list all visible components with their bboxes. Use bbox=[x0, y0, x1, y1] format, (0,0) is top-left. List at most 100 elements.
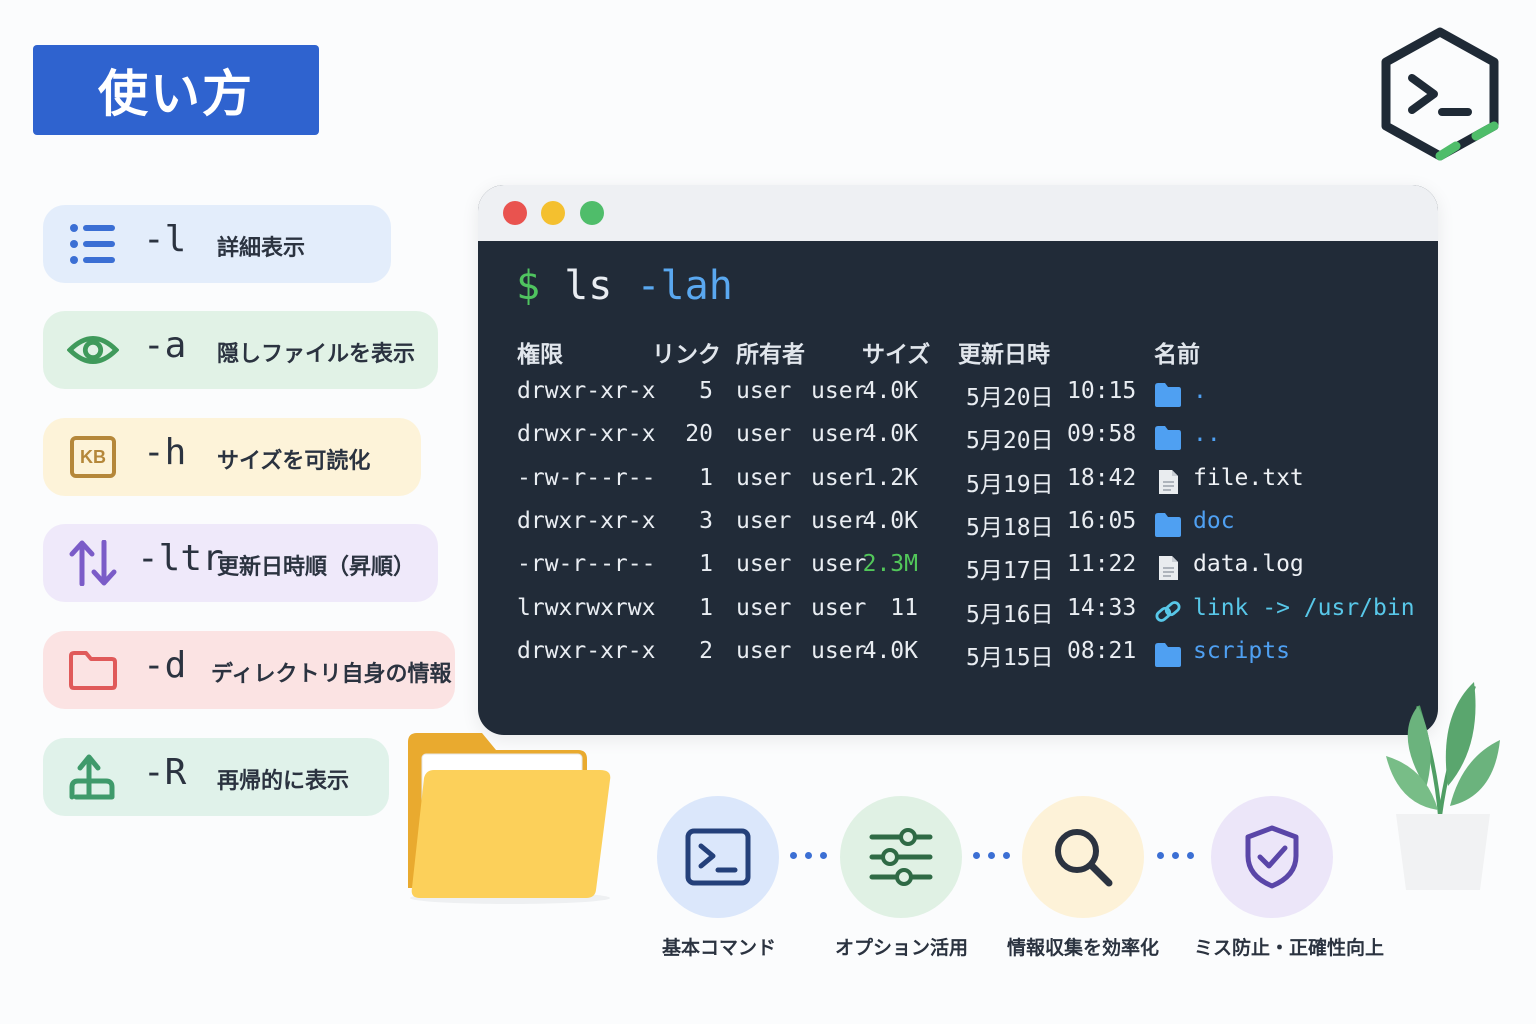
connector-dots bbox=[790, 852, 827, 859]
feature-basic-commands bbox=[657, 796, 779, 918]
header-size: サイズ bbox=[862, 342, 931, 368]
time-cell: 11:22 bbox=[1067, 551, 1137, 578]
terminal-logo-icon bbox=[1381, 27, 1499, 161]
option-card-l: -l 詳細表示 bbox=[43, 205, 391, 283]
date-cell: 5月17日 bbox=[966, 558, 1054, 585]
date-cell: 5月20日 bbox=[966, 385, 1054, 411]
owner-cell: user bbox=[736, 551, 792, 578]
option-card-R: -R 再帰的に表示 bbox=[43, 738, 389, 816]
option-desc: サイズを可読化 bbox=[217, 449, 371, 474]
name-cell: scripts bbox=[1193, 637, 1290, 664]
eye-icon bbox=[67, 326, 119, 374]
size-cell: 11 bbox=[890, 594, 918, 621]
header-mtime: 更新日時 bbox=[958, 342, 1050, 368]
file-icon bbox=[1154, 469, 1182, 495]
perm-cell: drwxr-xr-x bbox=[517, 507, 656, 534]
name-cell: .. bbox=[1193, 421, 1221, 448]
name-cell: file.txt bbox=[1193, 464, 1304, 491]
links-cell: 20 bbox=[685, 421, 713, 448]
table-row: lrwxrwxrwx 1 user user 11 5月16日 14:33 link -> /… bbox=[478, 595, 1438, 635]
sort-arrows-icon bbox=[67, 539, 119, 587]
owner-cell: user bbox=[736, 594, 792, 621]
shield-check-icon bbox=[1245, 825, 1299, 889]
links-cell: 5 bbox=[699, 378, 713, 404]
option-flag: -h bbox=[143, 432, 187, 473]
date-cell: 5月15日 bbox=[966, 644, 1054, 671]
size-cell: 4.0K bbox=[862, 507, 918, 534]
maximize-button[interactable] bbox=[580, 201, 604, 225]
command-flag: -lah bbox=[636, 263, 733, 309]
name-cell: doc bbox=[1193, 507, 1235, 534]
links-cell: 3 bbox=[699, 507, 713, 534]
terminal-window: $ ls -lah 権限 リンク 所有者 サイズ 更新日時 名前 drwxr-x… bbox=[478, 185, 1438, 735]
page-title: 使い方 bbox=[98, 65, 254, 123]
table-row: -rw-r--r-- 1 user user 2.3M 5月17日 11:22 data.lo… bbox=[478, 551, 1438, 591]
option-desc: 再帰的に表示 bbox=[217, 769, 350, 794]
table-row: drwxr-xr-x 2 user user 4.0K 5月15日 08:21 scripts bbox=[478, 638, 1438, 678]
perm-cell: drwxr-xr-x bbox=[517, 421, 656, 448]
feature-label: ミス防止・正確性向上 bbox=[1194, 937, 1385, 959]
time-cell: 09:58 bbox=[1067, 421, 1137, 448]
option-card-a: -a 隠しファイルを表示 bbox=[43, 311, 438, 389]
header-owner: 所有者 bbox=[736, 342, 805, 368]
table-row: drwxr-xr-x 20 user user 4.0K 5月20日 09:58.. bbox=[478, 421, 1438, 461]
minimize-button[interactable] bbox=[541, 201, 565, 225]
owner-cell: user bbox=[736, 507, 792, 534]
option-card-h: KB -h サイズを可読化 bbox=[43, 418, 421, 496]
date-cell: 5月16日 bbox=[966, 601, 1054, 628]
feature-efficiency bbox=[1022, 796, 1144, 918]
link-icon bbox=[1154, 599, 1182, 625]
time-cell: 18:42 bbox=[1067, 464, 1137, 491]
time-cell: 10:15 bbox=[1067, 378, 1137, 404]
folder-icon bbox=[1154, 642, 1182, 668]
sliders-icon bbox=[869, 828, 933, 886]
time-cell: 08:21 bbox=[1067, 637, 1137, 664]
feature-accuracy bbox=[1211, 796, 1333, 918]
kb-icon-label: KB bbox=[80, 446, 106, 467]
folder-icon bbox=[1154, 382, 1182, 408]
option-desc: 更新日時順（昇順） bbox=[217, 555, 416, 580]
owner-cell: user bbox=[736, 378, 792, 404]
header-links: リンク bbox=[652, 342, 721, 368]
option-flag: -l bbox=[143, 219, 187, 260]
connector-dots bbox=[1157, 852, 1194, 859]
owner-cell: user bbox=[736, 637, 792, 664]
name-cell: . bbox=[1193, 378, 1207, 404]
folder-illustration-icon bbox=[408, 733, 611, 904]
listing-header: 権限 リンク 所有者 サイズ 更新日時 名前 bbox=[478, 335, 1438, 375]
table-row: drwxr-xr-x 3 user user 4.0K 5月18日 16:05 doc bbox=[478, 508, 1438, 548]
option-card-d: -d ディレクトリ自身の情報 bbox=[43, 631, 455, 709]
plant-illustration-icon bbox=[1386, 682, 1500, 890]
prompt-symbol: $ bbox=[516, 263, 541, 309]
perm-cell: lrwxrwxrwx bbox=[517, 594, 656, 621]
feature-label: 基本コマンド bbox=[662, 937, 777, 959]
date-cell: 5月20日 bbox=[966, 428, 1054, 455]
option-flag: -R bbox=[143, 752, 187, 793]
folder-icon bbox=[1154, 512, 1182, 538]
date-cell: 5月19日 bbox=[966, 471, 1054, 498]
name-cell: data.log bbox=[1193, 551, 1304, 578]
connector-dots bbox=[973, 852, 1010, 859]
owner-cell: user bbox=[736, 464, 792, 491]
folder-icon bbox=[67, 646, 119, 694]
terminal-icon bbox=[685, 828, 751, 886]
name-cell: link -> /usr/bin bbox=[1193, 594, 1415, 621]
size-cell: 1.2K bbox=[862, 464, 918, 491]
magnifier-icon bbox=[1055, 829, 1113, 887]
size-cell: 4.0K bbox=[862, 378, 918, 404]
option-desc: 隠しファイルを表示 bbox=[217, 342, 416, 367]
title-banner: 使い方 bbox=[33, 45, 319, 135]
folder-icon bbox=[1154, 425, 1182, 451]
file-icon bbox=[1154, 555, 1182, 581]
feature-label: オプション活用 bbox=[835, 937, 969, 959]
command-name: ls bbox=[564, 263, 613, 309]
option-desc: ディレクトリ自身の情報 bbox=[211, 662, 452, 687]
header-name: 名前 bbox=[1154, 342, 1200, 368]
perm-cell: drwxr-xr-x bbox=[517, 378, 656, 404]
kb-icon: KB bbox=[67, 433, 119, 481]
links-cell: 2 bbox=[699, 637, 713, 664]
option-card-ltr: -ltr 更新日時順（昇順） bbox=[43, 524, 438, 602]
close-button[interactable] bbox=[503, 201, 527, 225]
feature-label: 情報収集を効率化 bbox=[1007, 937, 1160, 959]
feature-options bbox=[840, 796, 962, 918]
